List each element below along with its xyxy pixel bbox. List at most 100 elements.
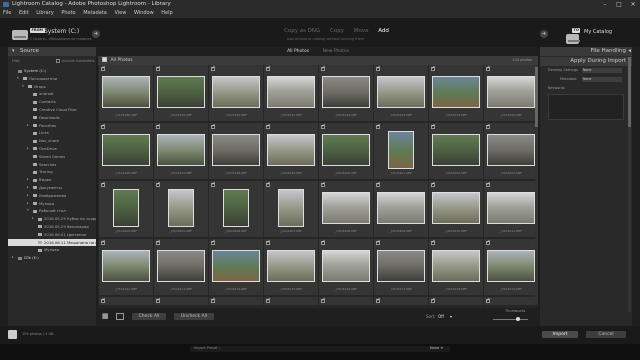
- photo-checkbox[interactable]: [431, 239, 436, 245]
- photo-checkbox[interactable]: [431, 181, 436, 187]
- minimize-icon[interactable]: –: [598, 0, 612, 9]
- photo-thumbnail[interactable]: _DSC6200.NEF: [319, 123, 373, 179]
- photo-thumbnail[interactable]: _DSC6191.NEF: [264, 65, 318, 121]
- include-subfolders-checkbox[interactable]: [56, 59, 60, 63]
- maximize-icon[interactable]: □: [612, 0, 626, 9]
- photo-thumbnail[interactable]: _DSC6205.NEF: [154, 181, 208, 237]
- photo-checkbox[interactable]: [376, 239, 381, 245]
- photo-checkbox[interactable]: [486, 297, 491, 303]
- develop-settings-dropdown[interactable]: None: [582, 68, 622, 73]
- folder-item[interactable]: 2016.06.11 Мешанина на грам..: [8, 238, 96, 247]
- photo-thumbnail[interactable]: _DSC6208.NEF: [319, 181, 373, 237]
- mode-copy[interactable]: Copy: [330, 28, 344, 34]
- mode-move[interactable]: Move: [354, 28, 369, 34]
- photo-checkbox[interactable]: [431, 65, 436, 71]
- photo-thumbnail[interactable]: _DSC6226.NEF: [429, 297, 483, 305]
- collapsed-triangle-icon[interactable]: ▸: [12, 254, 14, 262]
- folder-item[interactable]: ▸ Изображения: [8, 192, 96, 200]
- chevron-down-icon[interactable]: ▾: [441, 346, 443, 350]
- photo-checkbox[interactable]: [101, 297, 106, 303]
- collapsed-triangle-icon[interactable]: ▸: [27, 200, 29, 208]
- photo-checkbox[interactable]: [431, 123, 436, 129]
- photo-thumbnail[interactable]: _DSC6215.NEF: [264, 239, 318, 295]
- photo-checkbox[interactable]: [486, 123, 491, 129]
- folder-item[interactable]: ▾ Игорь: [8, 83, 96, 91]
- photo-thumbnail[interactable]: _DSC6206.NEF: [209, 181, 263, 237]
- thumbnail-size-slider[interactable]: [493, 319, 528, 320]
- drive-item[interactable]: ▸ DTe (E:): [8, 254, 96, 262]
- photo-checkbox[interactable]: [266, 181, 271, 187]
- photo-checkbox[interactable]: [266, 239, 271, 245]
- expand-triangle-icon[interactable]: ▾: [22, 83, 24, 91]
- menu-photo[interactable]: Photo: [61, 10, 75, 16]
- folder-item[interactable]: Tracing: [8, 168, 96, 176]
- tab-new-photos[interactable]: New Photos: [323, 49, 349, 54]
- photo-checkbox[interactable]: [321, 239, 326, 245]
- photo-thumbnail[interactable]: _DSC6222.NEF: [209, 297, 263, 305]
- folder-item[interactable]: Links: [8, 129, 96, 137]
- collapsed-triangle-icon[interactable]: ▸: [27, 145, 29, 153]
- photo-checkbox[interactable]: [211, 239, 216, 245]
- photo-thumbnail[interactable]: _DSC6220.NEF: [99, 297, 153, 305]
- folder-item[interactable]: Музыка: [8, 246, 96, 254]
- photo-thumbnail[interactable]: _DSC6221.NEF: [154, 297, 208, 305]
- grid-view-icon[interactable]: ▦: [102, 313, 110, 320]
- keywords-field[interactable]: [548, 94, 624, 120]
- mode-add[interactable]: Add: [378, 28, 389, 34]
- photo-checkbox[interactable]: [486, 65, 491, 71]
- photo-checkbox[interactable]: [156, 297, 161, 303]
- photo-checkbox[interactable]: [211, 297, 216, 303]
- photo-checkbox[interactable]: [101, 239, 106, 245]
- photo-thumbnail[interactable]: _DSC6197.NEF: [154, 123, 208, 179]
- photo-thumbnail[interactable]: _DSC6211.NEF: [484, 181, 538, 237]
- menu-help[interactable]: Help: [161, 10, 172, 16]
- scroll-thumb[interactable]: [535, 67, 538, 127]
- photo-thumbnail[interactable]: _DSC6188.NEF: [99, 65, 153, 121]
- photo-checkbox[interactable]: [376, 65, 381, 71]
- chevron-down-icon[interactable]: ▾: [450, 314, 452, 319]
- photo-checkbox[interactable]: [156, 239, 161, 245]
- expand-triangle-icon[interactable]: ▾: [17, 75, 19, 83]
- menu-view[interactable]: View: [114, 10, 126, 16]
- photo-thumbnail[interactable]: _DSC6198.NEF: [209, 123, 263, 179]
- photo-checkbox[interactable]: [376, 181, 381, 187]
- tab-all-photos[interactable]: All Photos: [287, 49, 309, 54]
- photo-thumbnail[interactable]: _DSC6224.NEF: [319, 297, 373, 305]
- photo-thumbnail[interactable]: _DSC6192.NEF: [319, 65, 373, 121]
- folder-item[interactable]: ▸ 2016.05.29 Кубок по скоростн..: [8, 215, 96, 223]
- photo-thumbnail[interactable]: _DSC6225.NEF: [374, 297, 428, 305]
- photo-checkbox[interactable]: [431, 297, 436, 303]
- uncheck-all-button[interactable]: Uncheck All: [174, 313, 214, 320]
- menu-file[interactable]: File: [3, 10, 11, 16]
- grid-scrollbar[interactable]: [535, 67, 538, 305]
- drive-item[interactable]: System (C:): [8, 67, 96, 75]
- photo-checkbox[interactable]: [486, 239, 491, 245]
- check-all-button[interactable]: Check All: [132, 313, 166, 320]
- photo-thumbnail[interactable]: _DSC6189.NEF: [154, 65, 208, 121]
- photo-thumbnail[interactable]: _DSC6202.NEF: [429, 123, 483, 179]
- photo-checkbox[interactable]: [321, 181, 326, 187]
- photo-thumbnail[interactable]: _DSC6210.NEF: [429, 181, 483, 237]
- cancel-button[interactable]: Cancel: [586, 331, 626, 338]
- folder-item[interactable]: ▾ Рабочий стол: [8, 207, 96, 215]
- photo-thumbnail[interactable]: _DSC6214.NEF: [209, 239, 263, 295]
- folder-item[interactable]: ▸ Видео: [8, 176, 96, 184]
- photo-thumbnail[interactable]: _DSC6194.NEF: [429, 65, 483, 121]
- folder-item[interactable]: ▸ Документы: [8, 184, 96, 192]
- photo-thumbnail[interactable]: _DSC6195.NEF: [484, 65, 538, 121]
- photo-checkbox[interactable]: [156, 123, 161, 129]
- expand-dialog-icon[interactable]: [8, 330, 17, 339]
- photo-thumbnail[interactable]: _DSC6213.NEF: [154, 239, 208, 295]
- photo-thumbnail[interactable]: _DSC6199.NEF: [264, 123, 318, 179]
- collapsed-triangle-icon[interactable]: ▸: [27, 184, 29, 192]
- folder-item[interactable]: Searches: [8, 161, 96, 169]
- collapsed-triangle-icon[interactable]: ▸: [32, 215, 34, 223]
- menu-window[interactable]: Window: [134, 10, 154, 16]
- photo-thumbnail[interactable]: _DSC6218.NEF: [429, 239, 483, 295]
- folder-item[interactable]: Downloads: [8, 114, 96, 122]
- import-button[interactable]: Import: [542, 331, 578, 338]
- expand-triangle-icon[interactable]: ▾: [27, 207, 29, 215]
- file-handling-header[interactable]: File Handling ◂: [540, 47, 632, 56]
- collapsed-triangle-icon[interactable]: ▸: [27, 122, 29, 130]
- photo-checkbox[interactable]: [156, 65, 161, 71]
